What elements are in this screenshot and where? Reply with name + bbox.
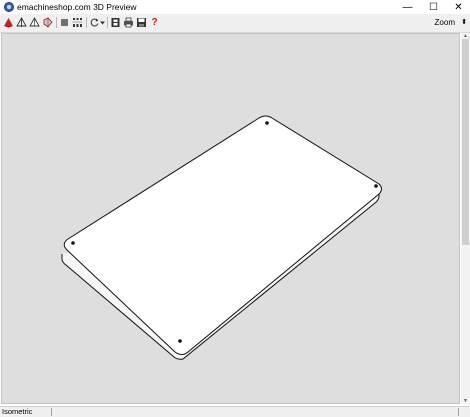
mounting-hole — [71, 241, 75, 245]
part-render — [61, 115, 382, 360]
title-bar: emachineshop.com 3D Preview — ☐ ✕ — [0, 0, 470, 14]
close-button[interactable]: ✕ — [446, 0, 470, 14]
dropdown-arrow-icon[interactable] — [99, 17, 106, 28]
toolbar-separator — [86, 17, 87, 28]
scroll-down-icon[interactable]: ▼ — [461, 398, 470, 404]
status-bar: Isometric — [0, 406, 470, 417]
3d-viewport[interactable] — [1, 33, 460, 404]
toolbar-separator — [56, 17, 57, 28]
window-title: emachineshop.com 3D Preview — [17, 2, 137, 12]
film-icon[interactable] — [110, 17, 121, 28]
save-icon[interactable] — [136, 17, 147, 28]
zoom-caret-icon[interactable]: ⬍ — [461, 17, 467, 28]
mounting-hole — [265, 121, 269, 125]
mounting-hole — [374, 184, 378, 188]
maximize-button[interactable]: ☐ — [421, 0, 446, 14]
shaded-icon[interactable] — [29, 17, 40, 28]
zoom-dropdown[interactable]: Zoom — [435, 17, 455, 28]
help-icon[interactable]: ? — [149, 17, 160, 28]
vertical-scrollbar[interactable]: ▲ ▼ — [461, 33, 470, 404]
toolbar-separator — [107, 17, 108, 28]
status-divider — [51, 408, 52, 416]
status-divider — [458, 408, 459, 416]
square-icon[interactable] — [59, 17, 70, 28]
mounting-hole — [178, 339, 182, 343]
toolbar: ? Zoom ⬍ — [0, 14, 470, 33]
print-icon[interactable] — [123, 17, 134, 28]
color-shape-icon[interactable] — [42, 17, 53, 28]
minimize-button[interactable]: — — [395, 0, 420, 14]
scroll-thumb[interactable] — [462, 39, 469, 245]
red-shape-icon[interactable] — [3, 17, 14, 28]
view-mode-status: Isometric — [2, 407, 33, 416]
app-icon[interactable] — [4, 2, 14, 12]
numbers-icon[interactable] — [72, 17, 83, 28]
wireframe-icon[interactable] — [16, 17, 27, 28]
